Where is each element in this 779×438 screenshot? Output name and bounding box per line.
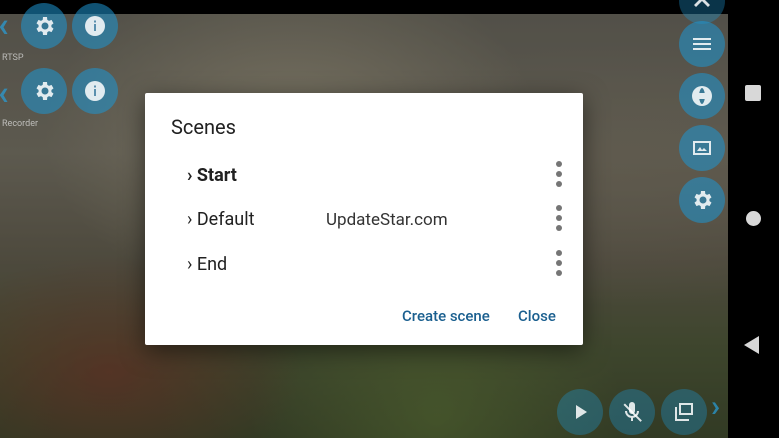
info-icon xyxy=(85,16,105,36)
more-options-icon[interactable] xyxy=(553,205,563,235)
create-scene-button[interactable]: Create scene xyxy=(402,307,490,325)
play-icon xyxy=(576,405,587,419)
chevron-up-glyph xyxy=(694,0,710,7)
home-button[interactable] xyxy=(746,211,761,226)
more-options-icon[interactable] xyxy=(553,250,563,280)
gear-icon xyxy=(36,17,54,35)
chevron-right-icon[interactable]: › xyxy=(711,392,720,422)
rtsp-label: RTSP xyxy=(2,53,24,63)
recents-button[interactable] xyxy=(745,85,761,101)
screen-cast-icon xyxy=(693,141,711,155)
rtsp-settings-button[interactable] xyxy=(21,3,67,49)
gear-icon xyxy=(36,82,54,100)
layers-icon xyxy=(675,403,693,421)
more-options-icon[interactable] xyxy=(553,161,563,191)
gear-icon xyxy=(694,191,712,209)
settings-button[interactable] xyxy=(679,177,725,223)
scene-label: › End xyxy=(187,254,228,275)
globe-button[interactable] xyxy=(679,73,725,119)
scene-label: › Default xyxy=(187,209,255,230)
dialog-title: Scenes xyxy=(171,115,236,139)
chevron-left-icon[interactable]: ‹ xyxy=(0,8,9,42)
play-button[interactable] xyxy=(557,389,603,435)
back-button[interactable] xyxy=(744,336,759,354)
watermark-text: UpdateStar.com xyxy=(326,210,448,230)
globe-icon xyxy=(692,86,712,106)
info-icon xyxy=(85,81,105,101)
mic-off-icon xyxy=(623,402,642,422)
chevron-left-icon[interactable]: ‹ xyxy=(0,76,9,110)
recorder-info-button[interactable] xyxy=(72,68,118,114)
recorder-label: Recorder xyxy=(2,119,39,129)
menu-icon xyxy=(693,38,711,50)
scenes-dialog: Scenes › Start › Default › End UpdateSta… xyxy=(145,93,583,345)
rtsp-info-button[interactable] xyxy=(72,3,118,49)
layers-button[interactable] xyxy=(661,389,707,435)
mic-off-button[interactable] xyxy=(609,389,655,435)
scene-label: › Start xyxy=(187,165,237,186)
scene-item-end[interactable]: › End xyxy=(187,248,562,288)
recorder-settings-button[interactable] xyxy=(21,68,67,114)
menu-button[interactable] xyxy=(679,21,725,67)
scene-item-start[interactable]: › Start xyxy=(187,159,562,199)
screen-cast-button[interactable] xyxy=(679,125,725,171)
close-button[interactable]: Close xyxy=(518,307,556,325)
